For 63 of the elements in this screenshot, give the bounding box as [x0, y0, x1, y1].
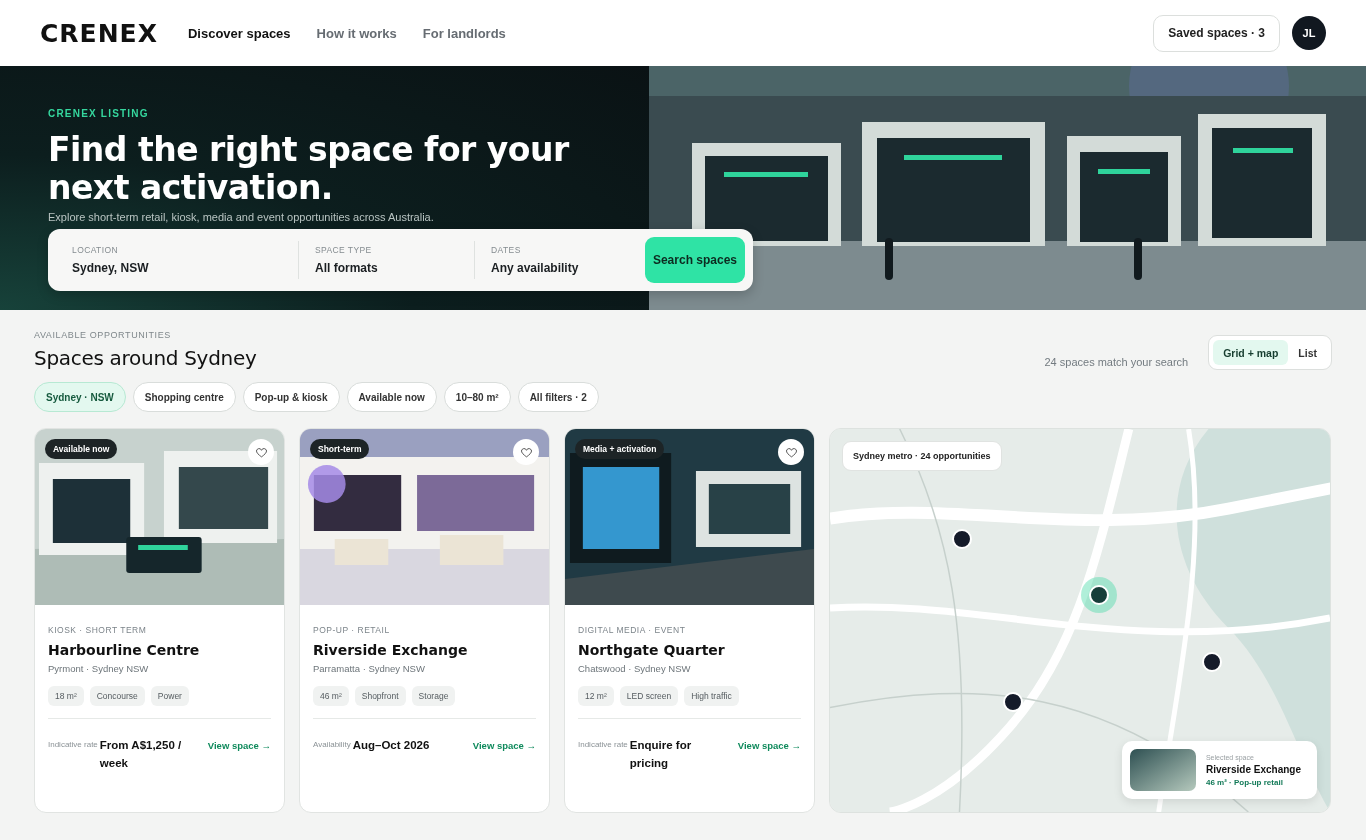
- listing-title: Harbourline Centre: [48, 642, 201, 658]
- selected-name: Riverside Exchange: [1205, 763, 1301, 775]
- heart-icon: [519, 445, 533, 459]
- section-title: Spaces around Sydney: [34, 346, 257, 370]
- nav-link[interactable]: Discover spaces: [187, 25, 291, 41]
- listing-title: Northgate Quarter: [578, 642, 726, 658]
- feature-tag: 12 m²: [578, 686, 614, 706]
- status-badge: Short-term: [310, 439, 370, 459]
- map-badge: Sydney metro · 24 opportunities: [842, 441, 1002, 471]
- price-value: Enquire for pricing: [629, 738, 693, 771]
- filter-chip[interactable]: Sydney · NSW: [34, 382, 126, 412]
- listing-category: POP-UP · RETAIL: [313, 625, 391, 635]
- hero-title: Find the right space for your next activation.: [48, 131, 571, 207]
- heart-icon: [784, 445, 798, 459]
- view-space-link[interactable]: View space →: [207, 740, 271, 751]
- feature-tag: 46 m²: [313, 686, 349, 706]
- nav-link[interactable]: For landlords: [422, 25, 506, 41]
- listing-card[interactable]: Short-term POP-UP · RETAIL Riverside Exchange Parramatta · Sydney NSW 46 m² Shopfront Storage Availability Aug–Oct 2026 View space →: [299, 428, 550, 813]
- price-label: Availability: [313, 739, 351, 751]
- feature-tag: Concourse: [89, 686, 145, 706]
- view-toggle-option[interactable]: List: [1288, 340, 1327, 365]
- listing-card[interactable]: Available now KIOSK · SHORT TERM Harbourline Centre Pyrmont · Sydney NSW 18 m² Concourse Power Indicative rate From A$1,250 / week View space →: [34, 428, 285, 813]
- user-avatar[interactable]: JL: [1292, 16, 1326, 50]
- view-space-link[interactable]: View space →: [737, 740, 801, 751]
- brand-logo[interactable]: CRENEX: [40, 18, 158, 48]
- result-count: 24 spaces match your search: [1044, 356, 1189, 370]
- feature-tag: 18 m²: [48, 686, 84, 706]
- price-label: Indicative rate: [578, 739, 628, 751]
- filter-chip[interactable]: Pop-up & kiosk: [242, 382, 340, 412]
- filter-chip[interactable]: Available now: [346, 382, 437, 412]
- price-label: Indicative rate: [48, 739, 98, 751]
- nav-link[interactable]: How it works: [316, 25, 397, 41]
- filter-chip[interactable]: All filters · 2: [517, 382, 599, 412]
- heart-icon: [254, 445, 268, 459]
- listing-title: Riverside Exchange: [313, 642, 469, 658]
- section-eyebrow: AVAILABLE OPPORTUNITIES: [34, 330, 172, 340]
- filter-chip[interactable]: 10–80 m²: [443, 382, 511, 412]
- price-value: Aug–Oct 2026: [352, 738, 430, 753]
- feature-tag: Shopfront: [354, 686, 406, 706]
- listing-category: KIOSK · SHORT TERM: [48, 625, 148, 635]
- feature-tag: High traffic: [684, 686, 739, 706]
- search-field[interactable]: SPACE TYPE All formats: [298, 241, 474, 279]
- feature-tag: Power: [150, 686, 189, 706]
- price-value: From A$1,250 / week: [99, 738, 183, 771]
- search-button[interactable]: Search spaces: [644, 237, 745, 283]
- listing-location: Pyrmont · Sydney NSW: [48, 663, 150, 674]
- status-badge: Media + activation: [575, 439, 665, 459]
- feature-tag: LED screen: [619, 686, 679, 706]
- saved-spaces-button[interactable]: Saved spaces · 3: [1153, 14, 1280, 52]
- hero-eyebrow: CRENEX LISTING: [48, 108, 150, 119]
- filter-chip[interactable]: Shopping centre: [132, 382, 236, 412]
- feature-tag: Storage: [411, 686, 456, 706]
- listing-location: Chatswood · Sydney NSW: [578, 663, 692, 674]
- search-field[interactable]: LOCATION Sydney, NSW: [48, 241, 298, 279]
- view-toggle-option[interactable]: Grid + map: [1213, 340, 1289, 365]
- listing-location: Parramatta · Sydney NSW: [313, 663, 426, 674]
- listing-card[interactable]: Media + activation DIGITAL MEDIA · EVENT Northgate Quarter Chatswood · Sydney NSW 12 m² LED screen High traffic Indicative rate Enquire for pricing View space →: [564, 428, 815, 813]
- view-space-link[interactable]: View space →: [472, 740, 536, 751]
- hero-subtitle: Explore short-term retail, kiosk, media and event opportunities across Australia.: [48, 211, 435, 223]
- status-badge: Available now: [45, 439, 118, 459]
- listing-category: DIGITAL MEDIA · EVENT: [578, 625, 687, 635]
- selected-details: 46 m² · Pop-up retail: [1205, 777, 1284, 787]
- search-field[interactable]: DATES Any availability: [474, 241, 645, 279]
